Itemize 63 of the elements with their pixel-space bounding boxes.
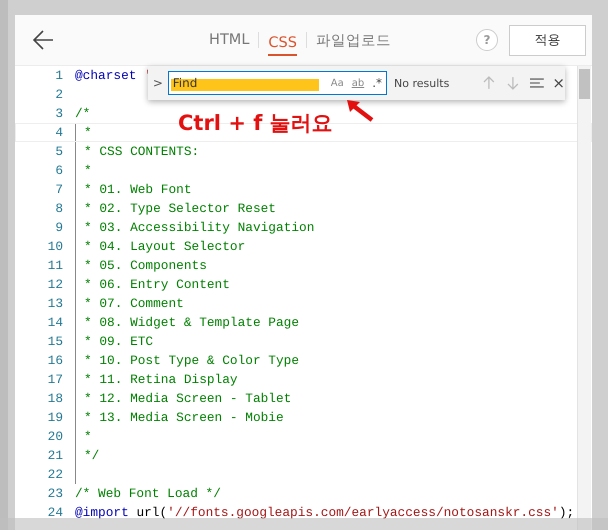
line-number: 12 bbox=[46, 276, 63, 294]
code-text: @import url('//fonts.googleapis.com/earlyaccess/notosanskr.css'); bbox=[75, 504, 574, 522]
line-number: 6 bbox=[54, 162, 63, 180]
line-number: 17 bbox=[46, 371, 63, 389]
apply-button[interactable]: 적용 bbox=[509, 24, 586, 56]
line-number: 24 bbox=[46, 504, 63, 522]
line-number: 11 bbox=[46, 257, 63, 275]
whole-word-toggle[interactable]: ab bbox=[348, 78, 368, 88]
code-text: * 07. Comment bbox=[84, 295, 184, 313]
line-number: 5 bbox=[54, 143, 63, 161]
close-button[interactable]: × bbox=[552, 74, 565, 92]
line-number: 13 bbox=[46, 295, 63, 313]
line-number: 21 bbox=[46, 447, 63, 465]
result-status: No results bbox=[394, 76, 450, 90]
code-text: /* bbox=[75, 105, 90, 123]
line-number: 2 bbox=[54, 86, 63, 104]
code-text: * CSS CONTENTS: bbox=[84, 143, 200, 161]
code-text: * 03. Accessibility Navigation bbox=[84, 219, 314, 237]
code-text: * 06. Entry Content bbox=[84, 276, 230, 294]
match-case-toggle[interactable]: Aa bbox=[326, 78, 348, 88]
line-number: 14 bbox=[46, 314, 63, 332]
line-number: 23 bbox=[46, 485, 63, 503]
annotation-arrow-icon bbox=[345, 98, 375, 123]
scrollbar[interactable] bbox=[577, 66, 591, 530]
regex-toggle[interactable]: .* bbox=[368, 76, 386, 90]
code-text: * 10. Post Type & Color Type bbox=[84, 352, 300, 370]
code-text: * 08. Widget & Template Page bbox=[84, 314, 300, 332]
line-number: 1 bbox=[54, 67, 63, 85]
code-text: * 12. Media Screen - Tablet bbox=[84, 390, 292, 408]
expand-toggle[interactable]: > bbox=[148, 76, 168, 90]
code-text: * 02. Type Selector Reset bbox=[84, 200, 276, 218]
line-number: 19 bbox=[46, 409, 63, 427]
editor-tab[interactable]: 파일업로드 bbox=[306, 14, 400, 66]
line-number: 8 bbox=[54, 200, 63, 218]
find-field[interactable]: Find Aa ab .* bbox=[168, 71, 388, 95]
down-arrow-icon[interactable] bbox=[504, 75, 521, 91]
editor-tab[interactable]: HTML bbox=[200, 14, 258, 66]
code-text: /* Web Font Load */ bbox=[75, 485, 221, 503]
code-text: * 13. Media Screen - Mobie bbox=[84, 409, 284, 427]
code-text: * bbox=[84, 124, 92, 142]
line-number: 18 bbox=[46, 390, 63, 408]
line-number: 22 bbox=[46, 466, 63, 484]
line-number: 4 bbox=[54, 124, 63, 142]
help-button[interactable]: ? bbox=[476, 29, 498, 51]
code-text: * bbox=[84, 428, 92, 446]
code-text: * bbox=[84, 162, 92, 180]
code-text: * 01. Web Font bbox=[84, 181, 192, 199]
code-text: * 04. Layout Selector bbox=[84, 238, 246, 256]
line-number: 3 bbox=[54, 105, 63, 123]
line-number: 16 bbox=[46, 352, 63, 370]
up-arrow-icon[interactable] bbox=[481, 75, 497, 91]
line-number: 15 bbox=[46, 333, 63, 351]
back-arrow-icon[interactable] bbox=[32, 30, 54, 50]
line-number: 10 bbox=[46, 238, 63, 256]
code-text: * 05. Components bbox=[84, 257, 207, 275]
code-text: * 09. ETC bbox=[84, 333, 154, 351]
editor-tab[interactable]: CSS bbox=[259, 14, 306, 66]
line-number: 20 bbox=[46, 428, 63, 446]
line-number: 7 bbox=[54, 181, 63, 199]
line-number: 9 bbox=[54, 219, 63, 237]
code-text: */ bbox=[84, 447, 100, 465]
annotation-text: Ctrl + f 눌러요 bbox=[178, 110, 333, 137]
code-text: * 11. Retina Display bbox=[84, 371, 238, 389]
